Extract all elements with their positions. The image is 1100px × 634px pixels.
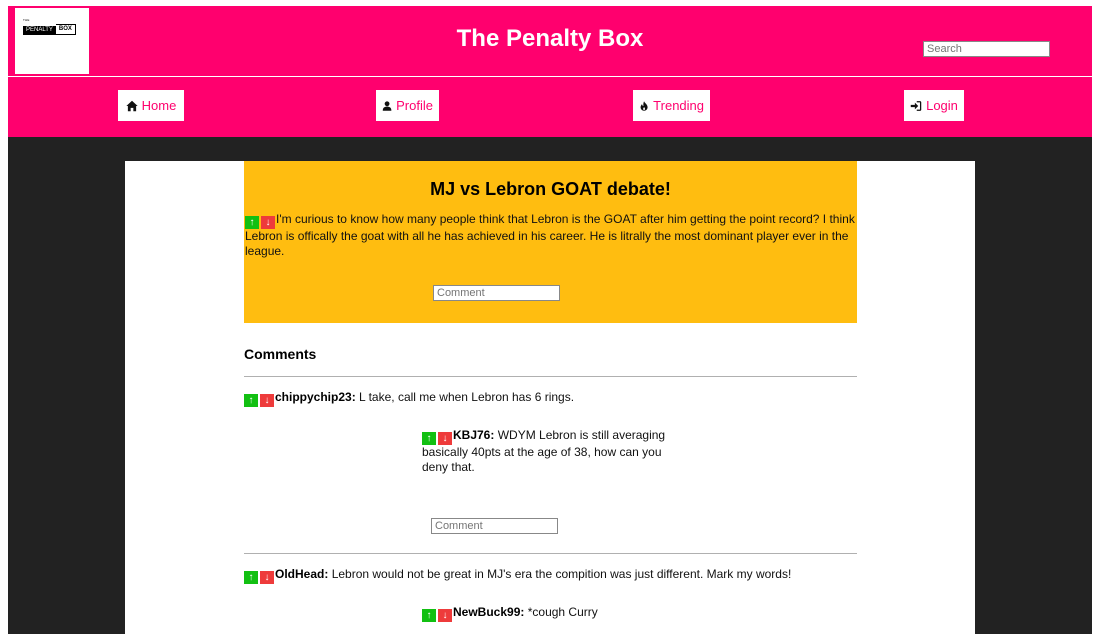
nav-profile-label: Profile xyxy=(396,98,433,113)
nav-profile-button[interactable]: Profile xyxy=(376,90,439,121)
fire-icon xyxy=(640,100,648,111)
comments-divider xyxy=(244,376,857,377)
logo-the: THE xyxy=(23,18,30,22)
reply-comment-input[interactable] xyxy=(431,518,558,534)
reply-text: *cough Curry xyxy=(527,605,598,619)
post-comment-input[interactable] xyxy=(433,285,560,301)
comment: ↑ ↓ OldHead: Lebron would not be great in … xyxy=(244,567,857,584)
post-title: MJ vs Lebron GOAT debate! xyxy=(430,179,671,199)
downvote-button[interactable]: ↓ xyxy=(261,216,275,229)
comment: ↑ ↓ chippychip23: L take, call me when Leb… xyxy=(244,390,857,407)
header-divider xyxy=(8,76,1092,77)
comment-text: L take, call me when Lebron has 6 rings. xyxy=(359,390,575,404)
downvote-button[interactable]: ↓ xyxy=(438,432,452,445)
upvote-button[interactable]: ↑ xyxy=(244,571,258,584)
post-card: MJ vs Lebron GOAT debate! ↑ ↓ I'm curious … xyxy=(244,161,857,323)
upvote-button[interactable]: ↑ xyxy=(245,216,259,229)
reply: ↑ ↓ NewBuck99: *cough Curry xyxy=(422,605,672,622)
user-icon xyxy=(382,100,392,111)
nav-home-button[interactable]: Home xyxy=(118,90,184,121)
upvote-button[interactable]: ↑ xyxy=(422,432,436,445)
site-header: THE PENALTY BOX The Penalty Box Home Pro… xyxy=(8,6,1092,137)
upvote-button[interactable]: ↑ xyxy=(422,609,436,622)
comment-divider xyxy=(244,553,857,554)
nav-home-label: Home xyxy=(141,98,177,113)
login-icon xyxy=(910,100,922,111)
reply-author[interactable]: KBJ76: xyxy=(453,428,494,442)
downvote-button[interactable]: ↓ xyxy=(438,609,452,622)
upvote-button[interactable]: ↑ xyxy=(244,394,258,407)
post-text: I'm curious to know how many people thin… xyxy=(245,212,855,258)
reply: ↑ ↓ KBJ76: WDYM Lebron is still averaging … xyxy=(422,428,672,474)
nav-login-label: Login xyxy=(926,98,958,113)
nav-trending-button[interactable]: Trending xyxy=(633,90,710,121)
comment-author[interactable]: OldHead: xyxy=(275,567,328,581)
nav-login-button[interactable]: Login xyxy=(904,90,964,121)
downvote-button[interactable]: ↓ xyxy=(260,571,274,584)
home-icon xyxy=(126,100,138,111)
comment-author[interactable]: chippychip23: xyxy=(275,390,356,404)
page-frame: THE PENALTY BOX The Penalty Box Home Pro… xyxy=(8,6,1092,634)
main-content: MJ vs Lebron GOAT debate! ↑ ↓ I'm curious … xyxy=(125,161,975,634)
comment-text: Lebron would not be great in MJ's era th… xyxy=(331,567,792,581)
search-input[interactable] xyxy=(923,41,1050,57)
downvote-button[interactable]: ↓ xyxy=(260,394,274,407)
comments-heading: Comments xyxy=(244,346,317,362)
reply-author[interactable]: NewBuck99: xyxy=(453,605,524,619)
post-body: ↑ ↓ I'm curious to know how many people th… xyxy=(245,212,855,258)
nav-trending-label: Trending xyxy=(653,98,704,113)
